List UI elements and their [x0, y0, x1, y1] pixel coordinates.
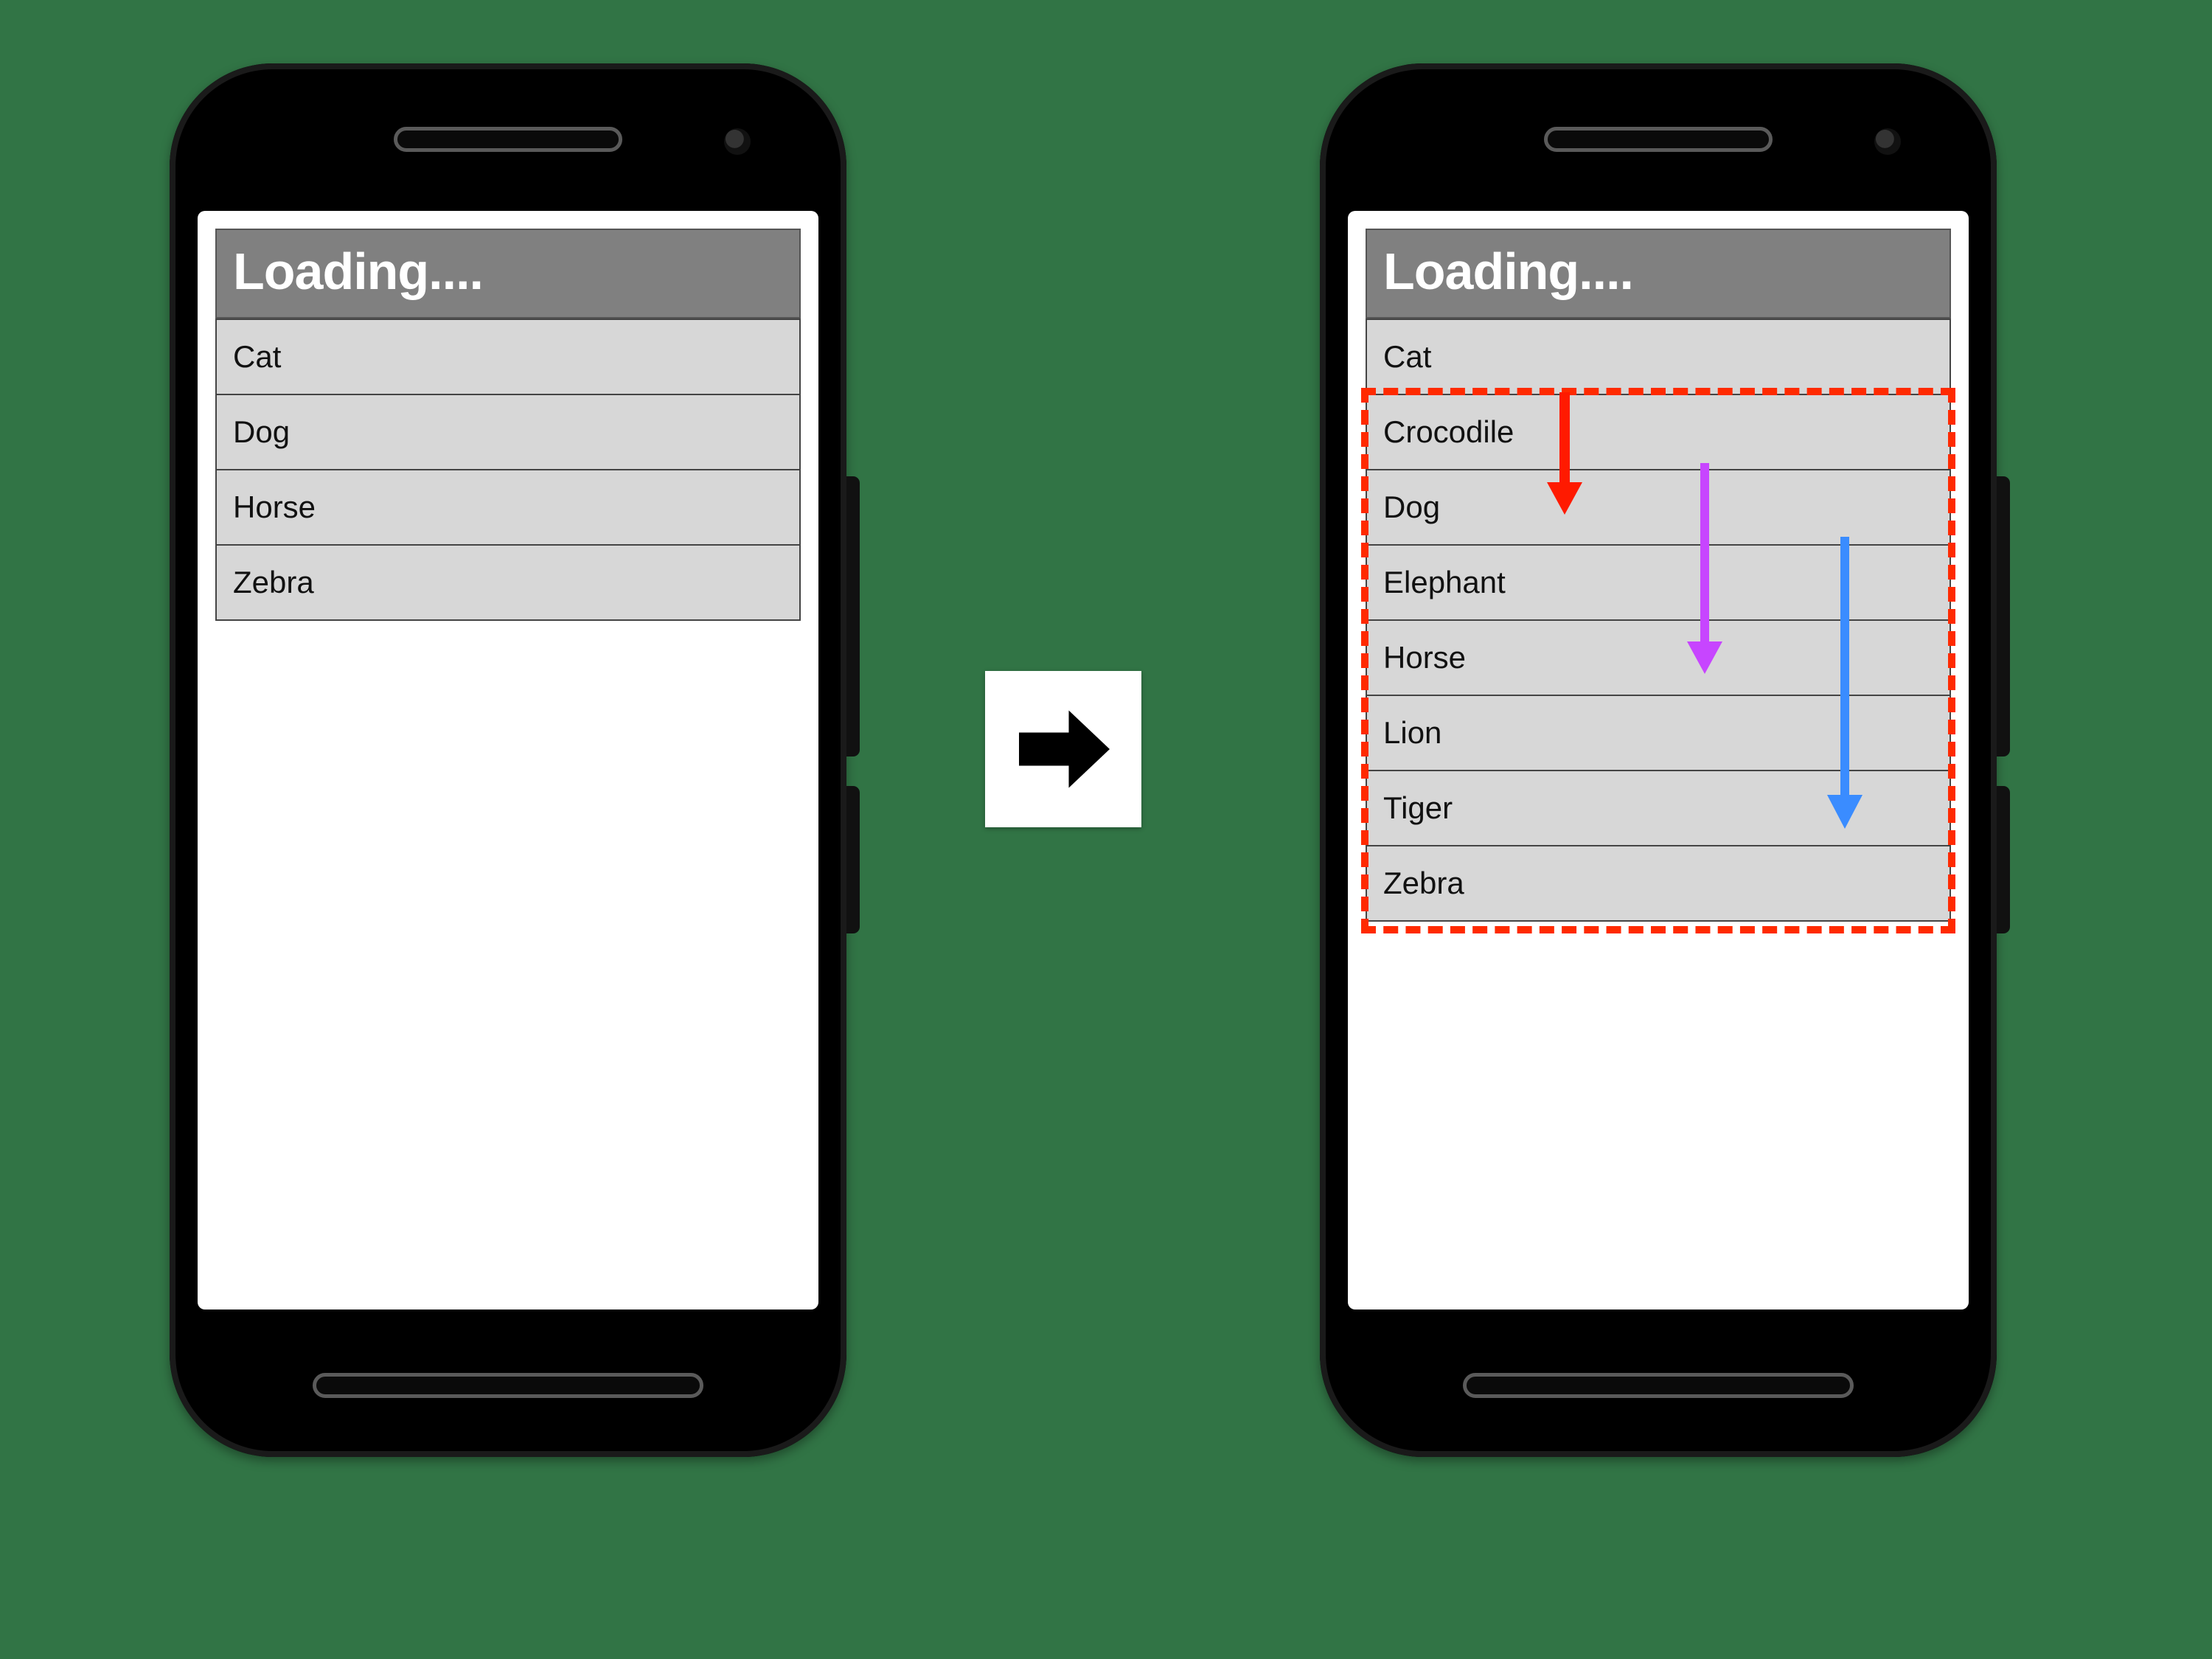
transition-arrow-icon	[985, 671, 1141, 827]
list-item[interactable]: Cat	[217, 319, 799, 395]
phone-speaker-bottom-icon	[1463, 1373, 1854, 1398]
phone-speaker-bottom-icon	[313, 1373, 703, 1398]
list-item[interactable]: Zebra	[1367, 846, 1950, 922]
phone-after: Loading.... Cat Crocodile Dog Elephant H…	[1320, 63, 1997, 1457]
app-title: Loading....	[215, 229, 801, 319]
shift-arrow-red-icon	[1543, 392, 1587, 518]
phone-before: Loading.... Cat Dog Horse Zebra	[170, 63, 846, 1457]
phone-speaker-top-icon	[1544, 127, 1773, 152]
list-item[interactable]: Zebra	[217, 546, 799, 621]
list-item[interactable]: Horse	[217, 470, 799, 546]
list-before[interactable]: Cat Dog Horse Zebra	[215, 319, 801, 621]
app-title: Loading....	[1366, 229, 1951, 319]
shift-arrow-blue-icon	[1823, 537, 1867, 832]
phone-camera-icon	[1874, 128, 1901, 155]
list-item[interactable]: Crocodile	[1367, 395, 1950, 470]
list-item[interactable]: Dog	[217, 395, 799, 470]
phone-camera-icon	[724, 128, 751, 155]
list-item[interactable]: Cat	[1367, 319, 1950, 395]
shift-arrow-purple-icon	[1683, 463, 1727, 677]
phone-screen: Loading.... Cat Dog Horse Zebra	[198, 211, 818, 1310]
phone-screen: Loading.... Cat Crocodile Dog Elephant H…	[1348, 211, 1969, 1310]
phone-speaker-top-icon	[394, 127, 622, 152]
list-item[interactable]: Dog	[1367, 470, 1950, 546]
